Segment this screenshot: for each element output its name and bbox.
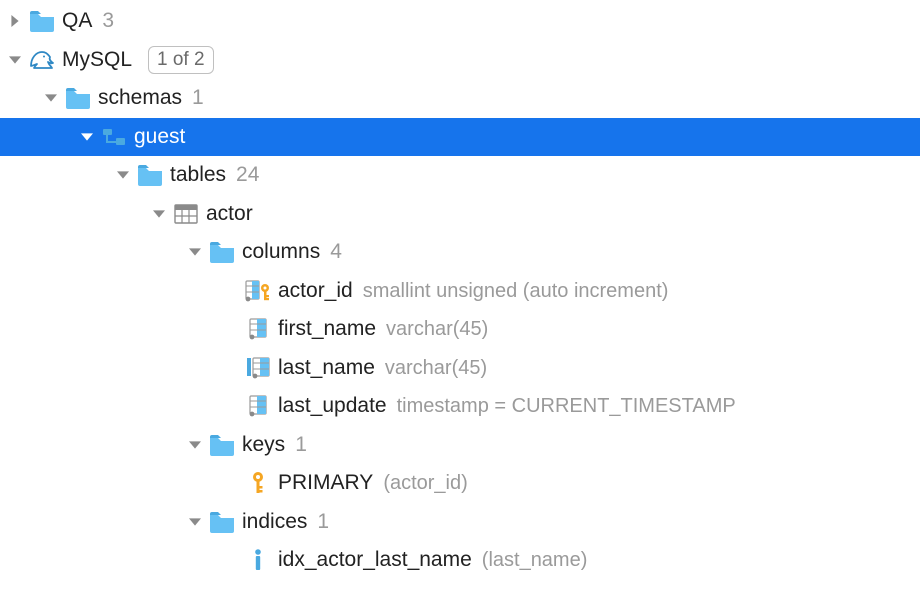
tree-label: keys	[242, 426, 285, 465]
folder-icon	[28, 7, 56, 35]
column-type: varchar(45)	[385, 349, 487, 388]
tree-node-mysql[interactable]: MySQL 1 of 2	[0, 41, 920, 80]
tree-node-column-first-name[interactable]: first_name varchar(45)	[0, 310, 920, 349]
tree-label: tables	[170, 156, 226, 195]
tree-node-schemas[interactable]: schemas 1	[0, 79, 920, 118]
column-icon	[244, 392, 272, 420]
tree-node-column-last-update[interactable]: last_update timestamp = CURRENT_TIMESTAM…	[0, 387, 920, 426]
chevron-down-icon[interactable]	[186, 439, 204, 451]
tree-label: last_update	[278, 387, 387, 426]
counter-badge: 1 of 2	[148, 46, 214, 74]
tree-label: schemas	[98, 79, 182, 118]
chevron-down-icon[interactable]	[6, 54, 24, 66]
tree-node-index[interactable]: idx_actor_last_name (last_name)	[0, 541, 920, 580]
tree-label: guest	[134, 118, 185, 157]
tree-count: 4	[330, 233, 342, 272]
tree-node-columns[interactable]: columns 4	[0, 233, 920, 272]
tree-label: last_name	[278, 349, 375, 388]
tree-count: 1	[317, 503, 329, 542]
chevron-down-icon[interactable]	[42, 92, 60, 104]
key-icon	[244, 469, 272, 497]
mysql-dolphin-icon	[28, 46, 56, 74]
table-icon	[172, 200, 200, 228]
tree-node-keys[interactable]: keys 1	[0, 426, 920, 465]
folder-icon	[64, 84, 92, 112]
tree-count: 24	[236, 156, 259, 195]
column-type: timestamp = CURRENT_TIMESTAMP	[397, 387, 736, 426]
column-icon	[244, 315, 272, 343]
tree-node-qa[interactable]: QA 3	[0, 2, 920, 41]
chevron-right-icon[interactable]	[6, 15, 24, 27]
primary-key-column-icon	[244, 277, 272, 305]
tree-node-column-actor-id[interactable]: actor_id smallint unsigned (auto increme…	[0, 272, 920, 311]
tree-node-guest[interactable]: guest	[0, 118, 920, 157]
tree-count: 3	[102, 2, 114, 41]
tree-label: first_name	[278, 310, 376, 349]
database-tree: QA 3 MySQL 1 of 2 schemas 1	[0, 0, 920, 580]
chevron-down-icon[interactable]	[78, 131, 96, 143]
tree-label: columns	[242, 233, 320, 272]
tree-label: QA	[62, 2, 92, 41]
folder-icon	[208, 238, 236, 266]
tree-node-actor[interactable]: actor	[0, 195, 920, 234]
indexed-column-icon	[244, 354, 272, 382]
folder-icon	[136, 161, 164, 189]
schema-icon	[100, 123, 128, 151]
chevron-down-icon[interactable]	[186, 516, 204, 528]
tree-label: indices	[242, 503, 307, 542]
chevron-down-icon[interactable]	[150, 208, 168, 220]
column-type: smallint unsigned (auto increment)	[363, 272, 669, 311]
chevron-down-icon[interactable]	[186, 246, 204, 258]
tree-count: 1	[192, 79, 204, 118]
tree-label: PRIMARY	[278, 464, 373, 503]
chevron-down-icon[interactable]	[114, 169, 132, 181]
key-columns: (actor_id)	[383, 464, 467, 503]
tree-node-tables[interactable]: tables 24	[0, 156, 920, 195]
tree-label: idx_actor_last_name	[278, 541, 472, 580]
index-columns: (last_name)	[482, 541, 588, 580]
index-icon	[244, 546, 272, 574]
tree-label: MySQL	[62, 41, 132, 80]
tree-label: actor	[206, 195, 253, 234]
tree-node-column-last-name[interactable]: last_name varchar(45)	[0, 349, 920, 388]
folder-icon	[208, 431, 236, 459]
folder-icon	[208, 508, 236, 536]
column-type: varchar(45)	[386, 310, 488, 349]
tree-node-indices[interactable]: indices 1	[0, 503, 920, 542]
tree-count: 1	[295, 426, 307, 465]
tree-node-key-primary[interactable]: PRIMARY (actor_id)	[0, 464, 920, 503]
tree-label: actor_id	[278, 272, 353, 311]
